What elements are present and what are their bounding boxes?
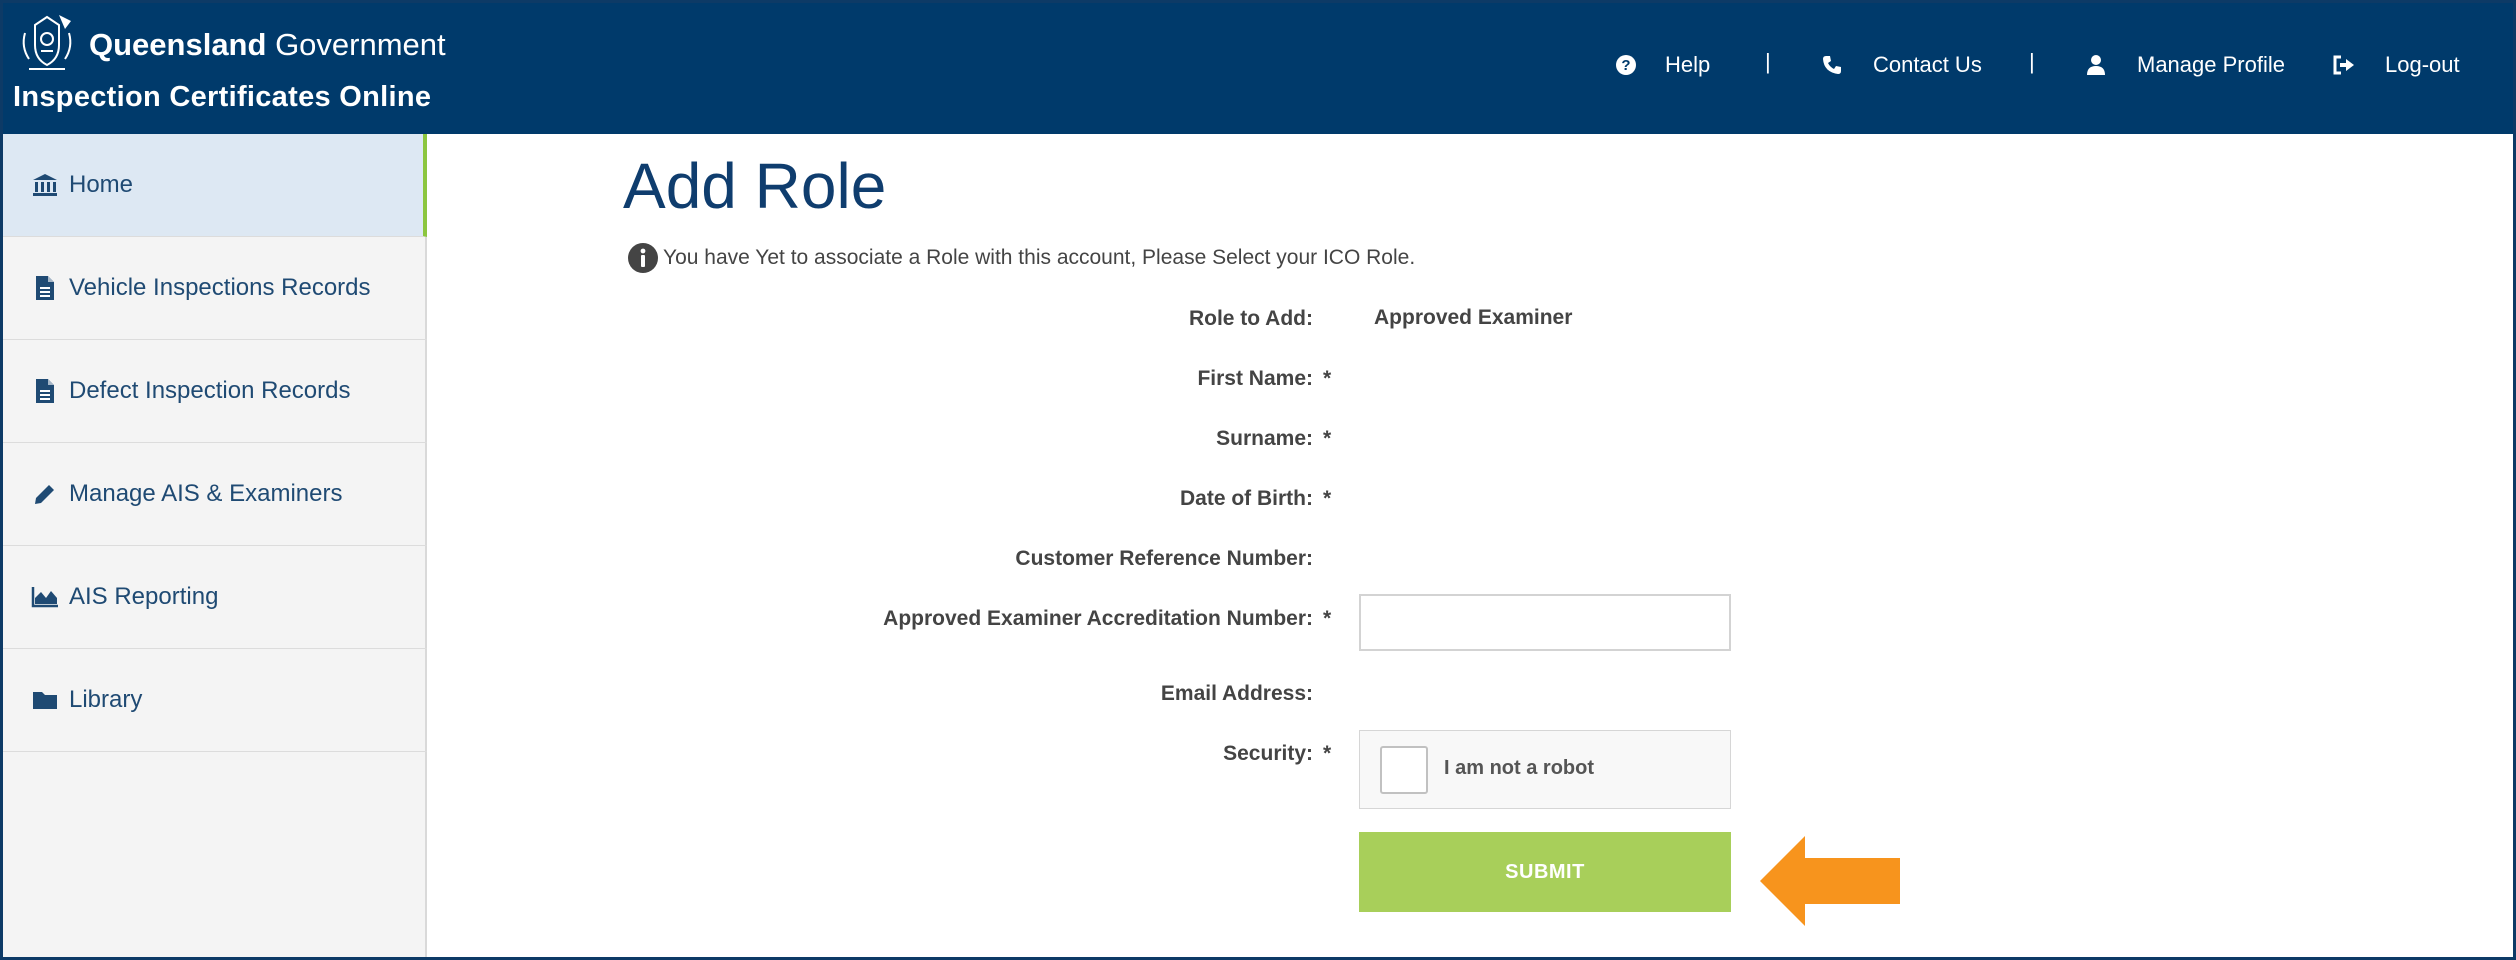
sidebar-item-label: Defect Inspection Records [69,377,351,404]
folder-icon [31,686,59,714]
sidebar-item-ais-reporting[interactable]: AIS Reporting [3,546,427,649]
recaptcha-widget: I am not a robot [1359,730,1731,809]
submit-button[interactable]: SUBMIT [1359,832,1731,912]
role-to-add-label: Role to Add: [1188,307,1313,330]
user-icon [2083,52,2109,78]
sidebar-item-label: Manage AIS & Examiners [69,480,343,507]
required-marker: * [1323,607,1332,630]
info-icon [628,243,658,273]
sidebar-item-manage-ais[interactable]: Manage AIS & Examiners [3,443,427,546]
logout-label: Log-out [2385,52,2460,77]
sidebar-item-defect-inspections[interactable]: Defect Inspection Records [3,340,427,443]
required-marker: * [1323,367,1332,390]
email-address-label: Email Address: [1160,682,1313,705]
queensland-crest-logo [22,15,72,70]
date-of-birth-label: Date of Birth: [1180,487,1313,510]
contact-us-label: Contact Us [1873,52,1982,77]
customer-reference-label: Customer Reference Number: [1015,547,1313,570]
sidebar-item-vehicle-inspections[interactable]: Vehicle Inspections Records [3,237,427,340]
svg-text:?: ? [1621,57,1630,74]
page-title: Add Role [623,150,887,222]
sidebar: Home Vehicle Inspections Records Defect … [3,134,427,957]
brand-name: Queensland Government [89,25,446,65]
manage-profile-label: Manage Profile [2137,52,2285,77]
info-message: You have Yet to associate a Role with th… [627,241,1415,275]
nav-separator: | [1765,49,1771,74]
help-link[interactable]: ? Help [1613,47,1710,83]
sidebar-item-label: Home [69,171,134,198]
document-icon [31,377,59,405]
security-label: Security: [1223,742,1313,765]
first-name-label: First Name: [1197,367,1313,390]
sidebar-item-label: Library [69,686,143,713]
brand-light: Government [275,27,446,62]
sidebar-item-library[interactable]: Library [3,649,427,752]
brand-bold: Queensland [89,27,267,62]
required-marker: * [1323,427,1332,450]
area-chart-icon [31,583,59,611]
app-title: Inspection Certificates Online [13,81,432,113]
pencil-icon [31,480,59,508]
contact-us-link[interactable]: Contact Us [1819,47,1982,83]
surname-label: Surname: [1216,427,1313,450]
help-label: Help [1665,52,1711,77]
phone-icon [1819,52,1845,78]
orange-pointer-arrow-icon [1760,836,1900,926]
nav-separator: | [2029,49,2035,74]
info-text: You have Yet to associate a Role with th… [663,246,1416,269]
role-to-add-value: Approved Examiner [1374,306,1573,329]
manage-profile-link[interactable]: Manage Profile [2083,47,2285,83]
sidebar-item-label: AIS Reporting [69,583,219,610]
required-marker: * [1323,742,1332,765]
accreditation-number-input[interactable] [1359,594,1731,651]
sidebar-item-home[interactable]: Home [3,134,427,237]
required-marker: * [1323,487,1332,510]
app-frame: Queensland Government Inspection Certifi… [0,0,2516,960]
sign-out-icon [2331,52,2357,78]
bank-icon [31,171,59,199]
sidebar-item-label: Vehicle Inspections Records [69,274,371,301]
logout-link[interactable]: Log-out [2331,47,2460,83]
recaptcha-checkbox[interactable] [1380,746,1428,794]
accreditation-number-label: Approved Examiner Accreditation Number: [883,607,1313,630]
question-circle-icon: ? [1613,52,1639,78]
header: Queensland Government Inspection Certifi… [3,3,2513,134]
recaptcha-label: I am not a robot [1444,757,1594,779]
document-icon [31,274,59,302]
